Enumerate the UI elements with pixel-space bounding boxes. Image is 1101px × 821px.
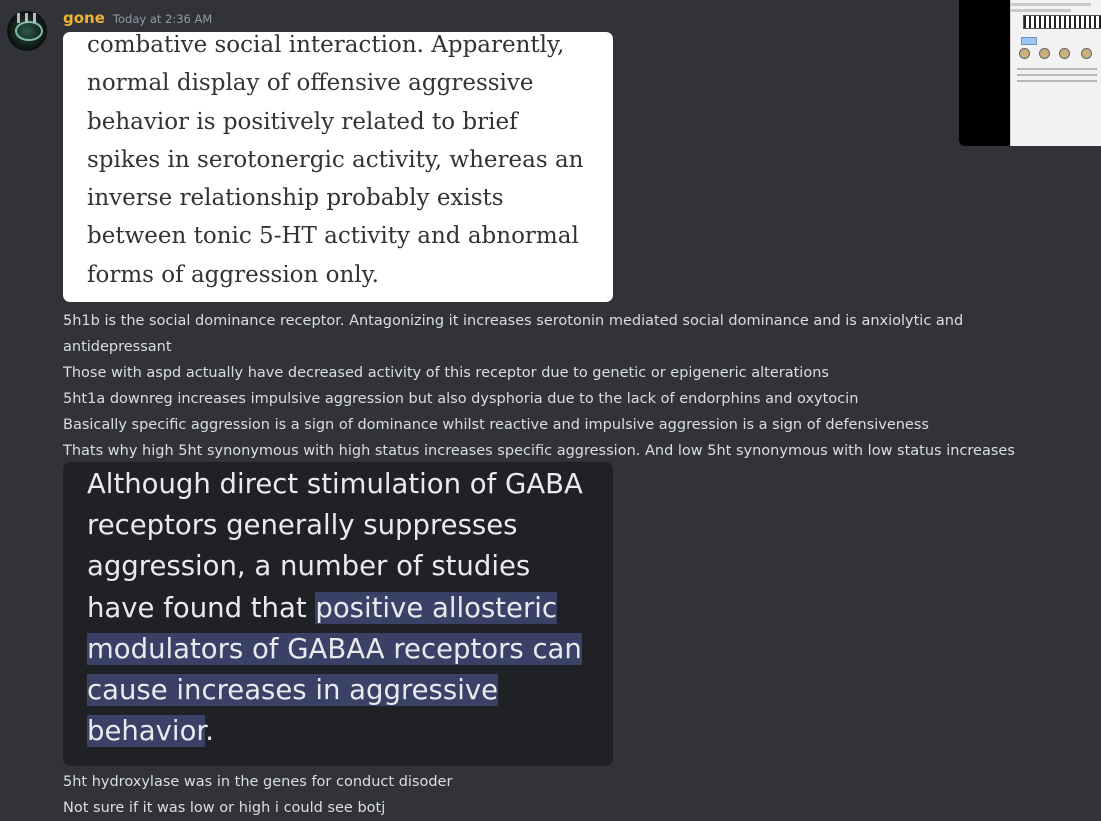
avatar-spike-decor <box>17 13 20 23</box>
username[interactable]: gone <box>63 9 105 27</box>
message-lines: 5h1b is the social dominance receptor. A… <box>63 308 1023 484</box>
thumbnail-toolbar <box>1011 9 1071 12</box>
avatar-spike-decor <box>25 13 28 23</box>
screen-share-thumbnail-icon[interactable] <box>959 0 1101 146</box>
thumbnail-toolbar <box>1011 3 1091 6</box>
message-line: Basically specific aggression is a sign … <box>63 417 929 433</box>
user-avatar-icon[interactable] <box>7 11 47 51</box>
message-line: Not sure if it was low or high i could s… <box>63 800 386 816</box>
knob-icon <box>1019 48 1030 59</box>
knob-icon <box>1081 48 1092 59</box>
quote-image-2[interactable]: Although direct stimulation of GABA rece… <box>63 462 613 766</box>
thumbnail-tab <box>1021 37 1037 45</box>
avatar-ring-decor <box>15 21 43 41</box>
message-line: Those with aspd actually have decreased … <box>63 365 829 381</box>
quote-2-trailing-text: . <box>205 715 214 748</box>
message-line: 5h1b is the social dominance receptor. A… <box>63 313 964 355</box>
message-header: gone Today at 2:36 AM <box>63 9 212 29</box>
message-timestamp[interactable]: Today at 2:36 AM <box>113 12 212 26</box>
thumbnail-row <box>1017 80 1097 82</box>
message-line: 5ht1a downreg increases impulsive aggres… <box>63 391 859 407</box>
thumbnail-row <box>1017 74 1097 76</box>
knob-icon <box>1059 48 1070 59</box>
knob-icon <box>1039 48 1050 59</box>
quote-image-1[interactable]: combative social interaction. Apparently… <box>63 32 613 302</box>
message-lines-after: 5ht hydroxylase was in the genes for con… <box>63 769 1023 821</box>
thumbnail-row <box>1017 68 1097 70</box>
avatar-spike-decor <box>33 13 36 23</box>
thumbnail-app-window <box>1010 0 1101 146</box>
piano-keys-icon <box>1023 15 1101 29</box>
message-line: 5ht hydroxylase was in the genes for con… <box>63 774 453 790</box>
quote-image-1-text: combative social interaction. Apparently… <box>87 32 584 288</box>
quote-image-2-text: Although direct stimulation of GABA rece… <box>87 464 592 752</box>
chat-area: gone Today at 2:36 AM combative social i… <box>0 0 1101 820</box>
